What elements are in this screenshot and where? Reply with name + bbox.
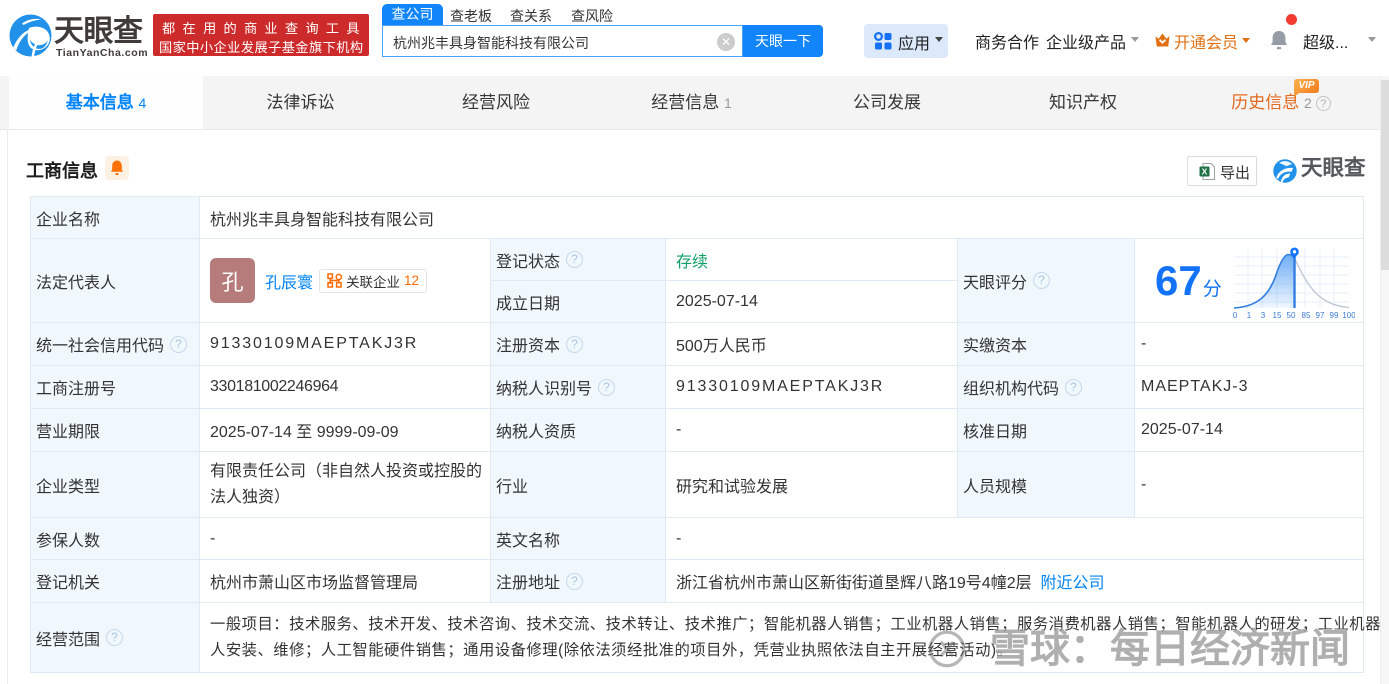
svg-text:97: 97 — [1316, 311, 1325, 320]
svg-text:85: 85 — [1302, 311, 1311, 320]
svg-text:X: X — [1202, 167, 1208, 177]
svg-text:15: 15 — [1273, 311, 1282, 320]
svg-text:0: 0 — [1233, 311, 1238, 320]
svg-text:100: 100 — [1342, 311, 1355, 320]
svg-text:99: 99 — [1330, 311, 1339, 320]
svg-text:50: 50 — [1287, 311, 1296, 320]
svg-text:3: 3 — [1261, 311, 1266, 320]
svg-text:1: 1 — [1247, 311, 1252, 320]
